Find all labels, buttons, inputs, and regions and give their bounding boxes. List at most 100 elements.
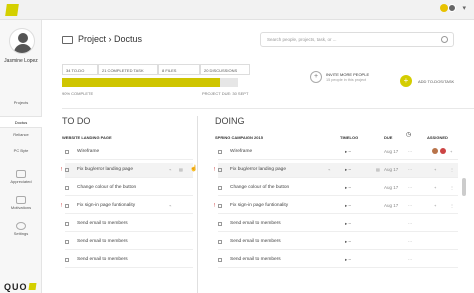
task-title[interactable]: Fix sign-in page funtionality	[77, 203, 135, 208]
sidebar-item-doctus[interactable]: Doctus	[0, 116, 42, 128]
task-title[interactable]: Send email to members	[77, 239, 128, 244]
scrollbar[interactable]	[462, 178, 466, 196]
sidebar-item-appreciated[interactable]: Appreciated	[0, 170, 42, 184]
stat-completed[interactable]: 21 COMPLETED TASK	[98, 64, 158, 75]
more-icon[interactable]: ⋮	[450, 167, 454, 172]
sidebar-item-motivations[interactable]: Motivations	[0, 196, 42, 210]
list-icon[interactable]: ▤	[179, 167, 183, 172]
task-checkbox[interactable]	[218, 186, 222, 190]
task-checkbox[interactable]	[218, 204, 222, 208]
task-checkbox[interactable]	[65, 186, 69, 190]
timelog-play-icon[interactable]: ▸ –	[345, 221, 351, 227]
task-title[interactable]: Wireframe	[230, 149, 252, 154]
task-checkbox[interactable]	[65, 168, 69, 172]
task-title[interactable]: Send email to members	[77, 257, 128, 262]
task-title[interactable]: Change colour of the button	[230, 185, 289, 190]
user-avatar-icon[interactable]	[448, 4, 457, 12]
add-todo-label[interactable]: ADD TO-DOS/TASK	[418, 79, 454, 84]
top-bar: ▾	[0, 0, 474, 20]
task-row[interactable]: Send email to members	[65, 253, 193, 268]
more-icon[interactable]: ···	[408, 149, 412, 154]
task-checkbox[interactable]	[218, 258, 222, 262]
task-row[interactable]: Wireframe	[65, 145, 193, 160]
task-checkbox[interactable]	[65, 150, 69, 154]
task-title[interactable]: Fix bug/error landing page	[77, 167, 133, 172]
task-title[interactable]: Fix sign-in page funtionality	[230, 203, 288, 208]
stat-discussions[interactable]: 20 DISCUSSIONS	[200, 64, 250, 75]
timelog-play-icon[interactable]: ▸ –	[345, 149, 351, 155]
task-checkbox[interactable]	[218, 222, 222, 226]
add-assignee-icon[interactable]: +	[450, 149, 452, 154]
add-assignee-icon[interactable]: +	[434, 185, 436, 190]
more-icon[interactable]: ···	[408, 221, 412, 226]
task-row[interactable]: Send email to members	[65, 235, 193, 250]
task-row[interactable]: ! Fix sign-in page funtionality ⌁	[61, 199, 193, 214]
task-row[interactable]: Change colour of the button	[65, 181, 193, 196]
timelog-play-icon[interactable]: ▸ –	[345, 203, 351, 209]
timelog-play-icon[interactable]: ▸ –	[345, 167, 351, 173]
assigned-header[interactable]: ASSIGNED	[427, 135, 448, 140]
add-person-icon[interactable]: +	[310, 71, 322, 83]
task-row[interactable]: Send email to members	[65, 217, 193, 232]
sidebar-item-label: Projects	[13, 100, 29, 105]
task-title[interactable]: Send email to members	[230, 221, 281, 226]
task-checkbox[interactable]	[218, 168, 222, 172]
sidebar-item-pc-byte[interactable]: PC Byte	[0, 148, 42, 153]
more-icon[interactable]: ···	[408, 185, 412, 190]
task-checkbox[interactable]	[65, 222, 69, 226]
add-assignee-icon[interactable]: +	[434, 203, 436, 208]
avatar[interactable]	[9, 28, 35, 54]
task-row[interactable]: Change colour of the button ▸ – Aug 17 ··· +…	[218, 181, 458, 196]
task-title[interactable]: Send email to members	[230, 257, 281, 262]
task-row[interactable]: Send email to members ▸ – ···	[218, 235, 458, 250]
task-checkbox[interactable]	[65, 240, 69, 244]
sidebar: Jasmine Lopez Projects Doctus Reliance P…	[0, 20, 42, 293]
attachment-icon[interactable]: ⌁	[169, 167, 171, 172]
task-checkbox[interactable]	[65, 204, 69, 208]
task-title[interactable]: Wireframe	[77, 149, 99, 154]
attachment-icon[interactable]: ⌁	[328, 167, 330, 172]
task-row[interactable]: Send email to members ▸ – ···	[218, 253, 458, 268]
app-logo[interactable]	[5, 4, 19, 16]
task-row[interactable]: ! Fix sign-in page funtionality ▸ – Aug 17 ·…	[214, 199, 458, 214]
task-row[interactable]: Send email to members ▸ – ···	[218, 217, 458, 232]
search-icon[interactable]	[441, 36, 448, 43]
assignee-avatar[interactable]	[432, 148, 438, 154]
timelog-header[interactable]: TIMELOG	[340, 135, 358, 140]
more-icon[interactable]: ⋮	[450, 203, 454, 208]
task-checkbox[interactable]	[218, 150, 222, 154]
attachment-icon[interactable]: ⌁	[169, 203, 171, 208]
stat-todo[interactable]: 34 TO-DO	[62, 64, 98, 75]
task-checkbox[interactable]	[65, 258, 69, 262]
stat-files[interactable]: 8 FILES	[158, 64, 200, 75]
top-user-menu[interactable]: ▾	[440, 4, 466, 12]
task-row[interactable]: ! Fix bug/error landing page ▸ – Aug 17 ··· +…	[214, 163, 458, 178]
task-title[interactable]: Change colour of the button	[77, 185, 136, 190]
task-title[interactable]: Send email to members	[230, 239, 281, 244]
sidebar-item-reliance[interactable]: Reliance	[0, 132, 42, 137]
notification-icon[interactable]	[440, 4, 449, 12]
list-icon[interactable]: ▤	[376, 167, 380, 172]
assignee-avatar[interactable]	[440, 148, 446, 154]
task-title[interactable]: Fix bug/error landing page	[230, 167, 286, 172]
more-icon[interactable]: ···	[408, 203, 412, 208]
timelog-play-icon[interactable]: ▸ –	[345, 257, 351, 263]
invite-title[interactable]: INVITE MORE PEOPLE	[326, 72, 369, 77]
task-row[interactable]: Wireframe ▸ – Aug 17 ··· +	[218, 145, 458, 160]
more-icon[interactable]: ⋮	[450, 185, 454, 190]
add-todo-button[interactable]: +	[400, 75, 412, 87]
more-icon[interactable]: ···	[408, 257, 412, 262]
task-checkbox[interactable]	[218, 240, 222, 244]
due-header[interactable]: DUE	[384, 135, 392, 140]
task-title[interactable]: Send email to members	[77, 221, 128, 226]
add-assignee-icon[interactable]: +	[434, 167, 436, 172]
search-input[interactable]: Search people, projects, task, or ...	[260, 32, 454, 47]
sidebar-item-settings[interactable]: Settings	[0, 222, 42, 236]
more-icon[interactable]: ···	[408, 167, 412, 172]
more-icon[interactable]: ···	[408, 239, 412, 244]
timelog-play-icon[interactable]: ▸ –	[345, 185, 351, 191]
task-row[interactable]: ! Fix bug/error landing page ⌁ ▤ ☝	[61, 163, 197, 178]
sidebar-item-projects[interactable]: Projects	[0, 100, 42, 105]
timelog-play-icon[interactable]: ▸ –	[345, 239, 351, 245]
chevron-down-icon[interactable]: ▾	[462, 4, 466, 12]
